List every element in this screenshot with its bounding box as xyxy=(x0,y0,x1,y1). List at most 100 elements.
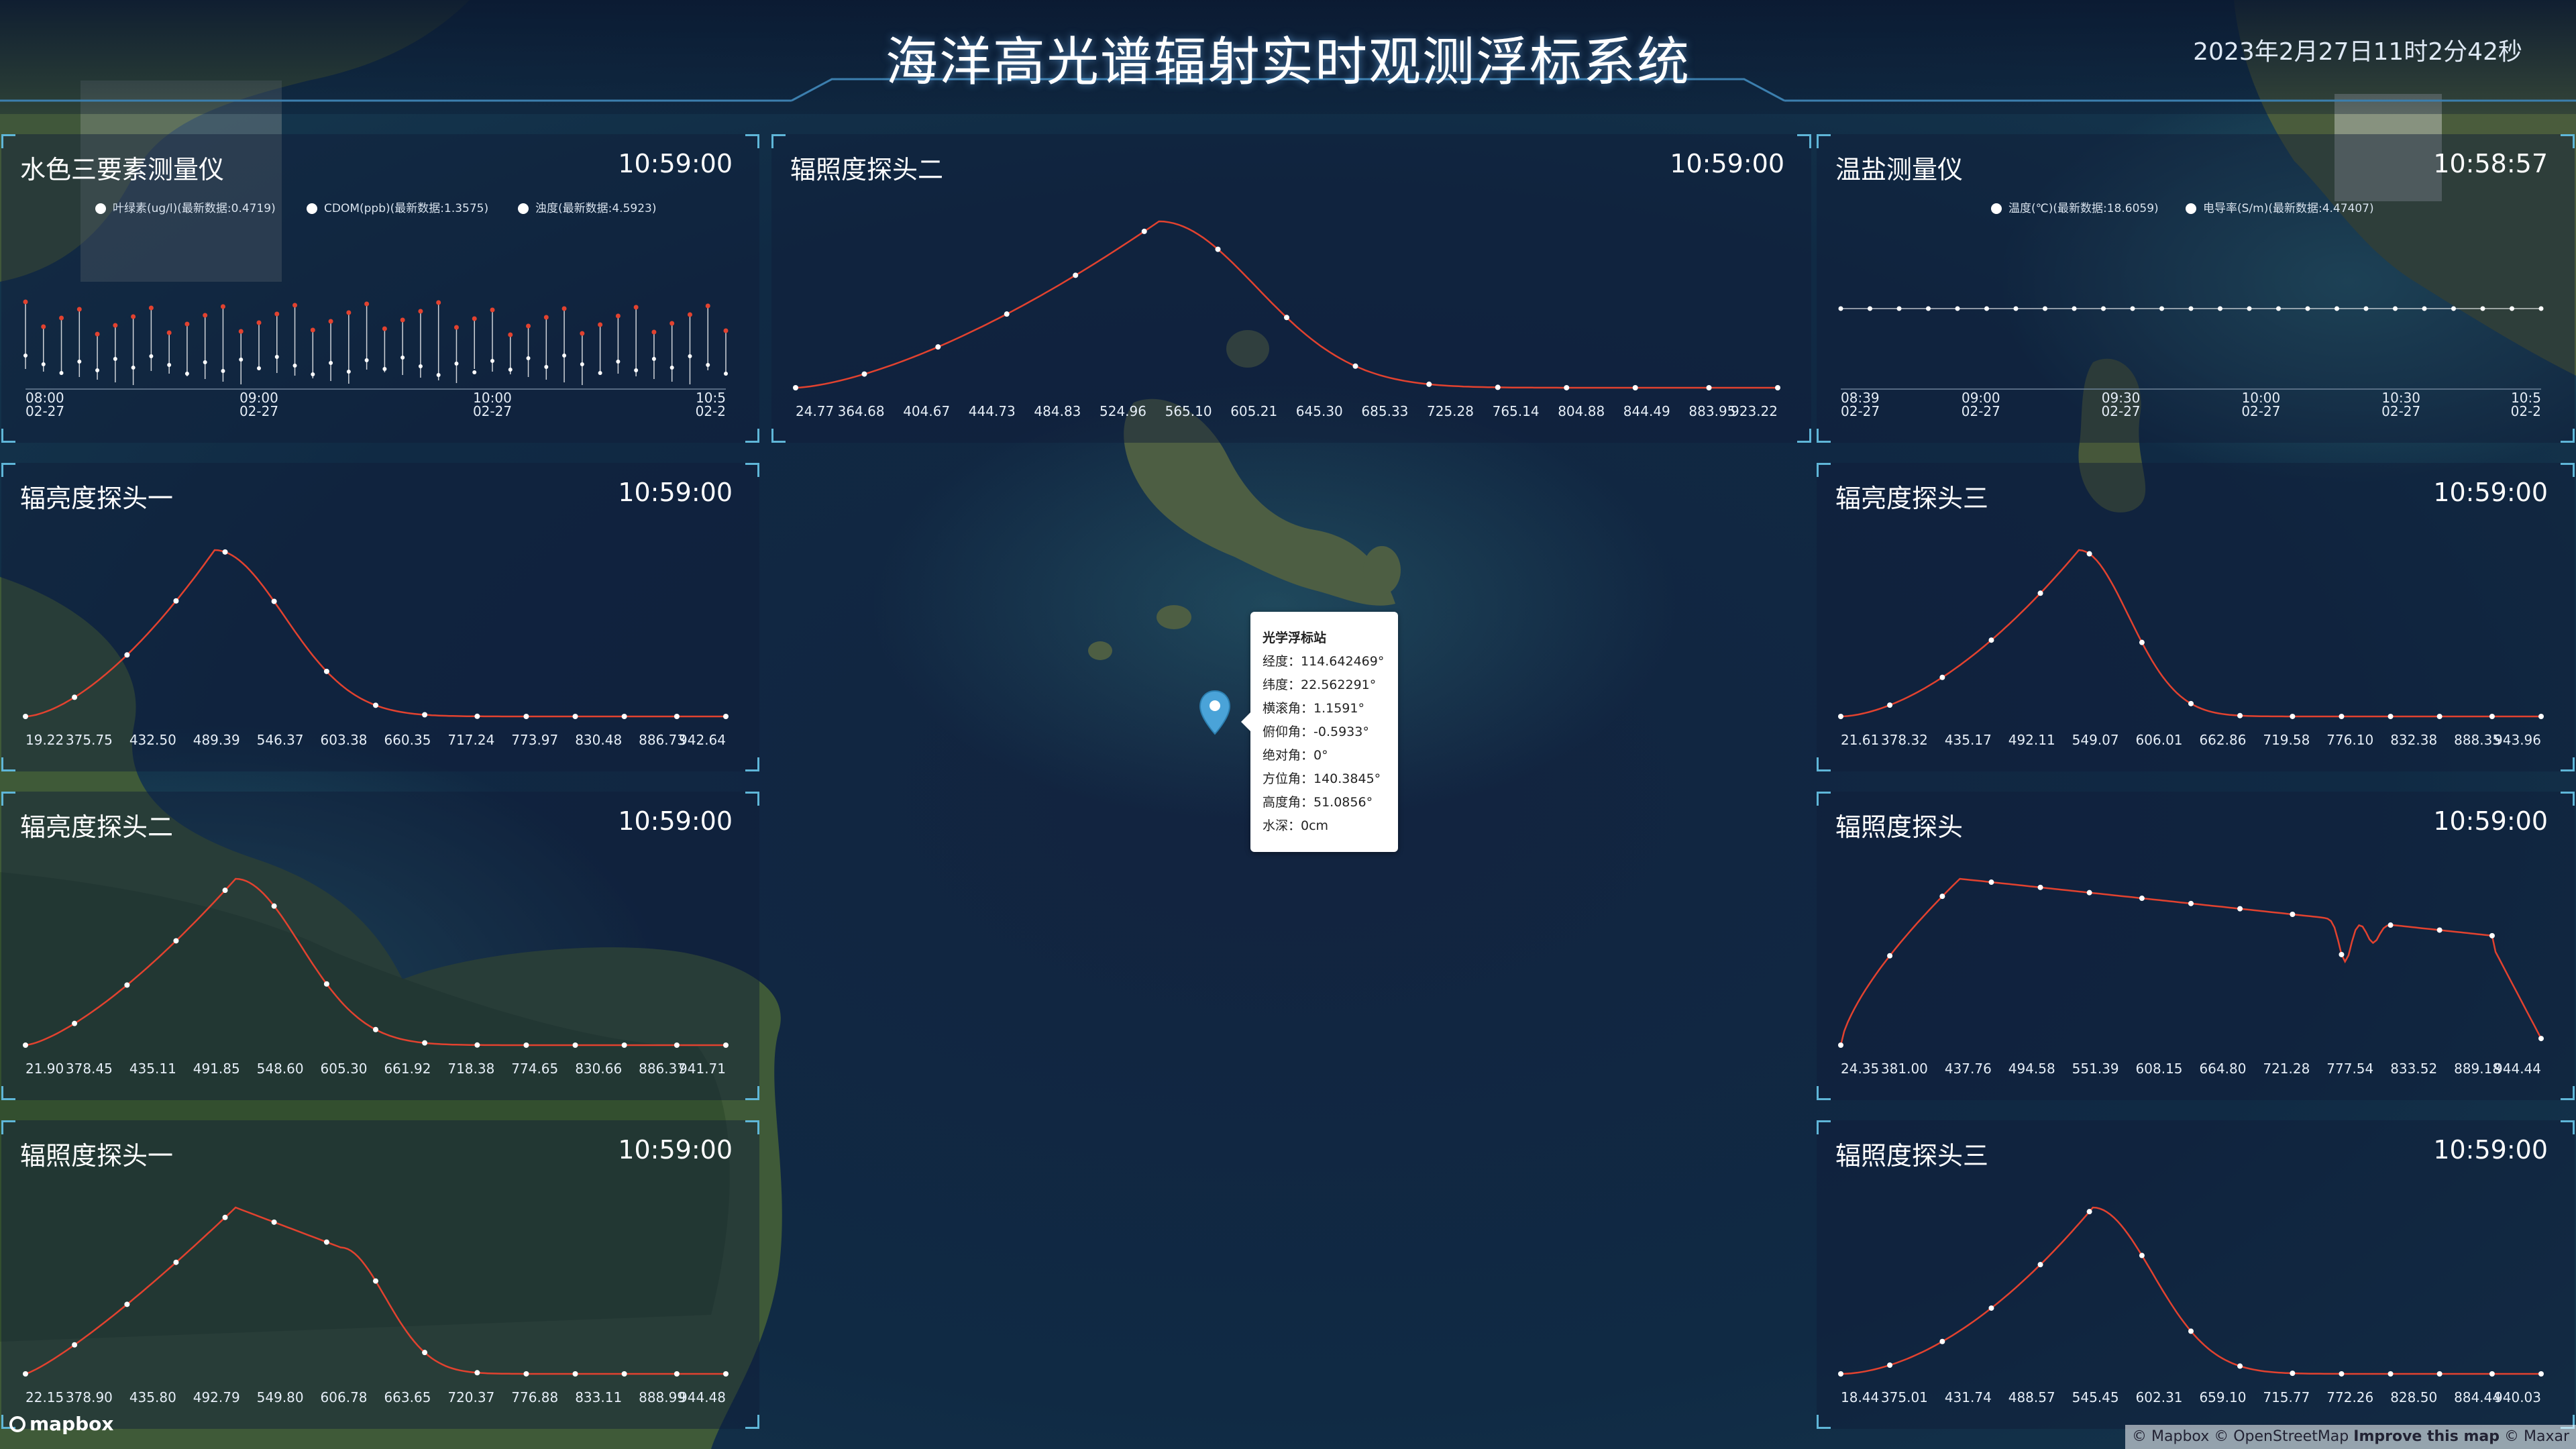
series-point[interactable] xyxy=(131,366,136,370)
series-point[interactable] xyxy=(562,354,567,358)
series-point[interactable] xyxy=(72,1020,78,1026)
series-point[interactable] xyxy=(687,312,692,317)
series-point[interactable] xyxy=(723,1042,729,1048)
chart-radiance-2[interactable]: 21.90 378.45 435.11 491.85 548.60 605.30 661.9… xyxy=(1,792,759,1100)
series-point[interactable] xyxy=(222,888,228,894)
series-point[interactable] xyxy=(311,372,315,376)
series-point[interactable] xyxy=(674,1042,680,1048)
series-point[interactable] xyxy=(41,324,46,329)
series-point[interactable] xyxy=(220,304,225,309)
series-point[interactable] xyxy=(2387,1371,2394,1377)
series-point[interactable] xyxy=(2305,306,2310,311)
series-point[interactable] xyxy=(598,322,603,327)
series-point[interactable] xyxy=(2188,900,2194,906)
series-point[interactable] xyxy=(2393,306,2398,311)
series-point[interactable] xyxy=(2290,713,2296,719)
series-point[interactable] xyxy=(2237,1363,2243,1369)
series-point[interactable] xyxy=(2436,1371,2443,1377)
series-point[interactable] xyxy=(124,652,130,658)
series-point[interactable] xyxy=(2290,912,2296,918)
series-point[interactable] xyxy=(95,331,100,337)
chart-radiance-3[interactable]: 21.61 378.32 435.17 492.11 549.07 606.01 662.8… xyxy=(1817,463,2575,771)
series-point[interactable] xyxy=(222,549,228,555)
series-point[interactable] xyxy=(1004,311,1010,317)
series-point[interactable] xyxy=(1215,246,1221,252)
series-point[interactable] xyxy=(382,367,387,371)
series-point[interactable] xyxy=(580,362,584,366)
series-point[interactable] xyxy=(373,1278,378,1284)
series-point[interactable] xyxy=(1868,306,1872,311)
series-point[interactable] xyxy=(271,598,277,604)
series-point[interactable] xyxy=(184,321,190,327)
series-point[interactable] xyxy=(1706,385,1712,390)
series-point[interactable] xyxy=(2188,700,2194,706)
series-point[interactable] xyxy=(523,713,529,719)
series-point[interactable] xyxy=(59,371,64,375)
station-popup[interactable]: 光学浮标站 经度：114.642469° 纬度：22.562291° 横滚角：1… xyxy=(1241,612,1398,852)
series-point[interactable] xyxy=(203,360,207,364)
series-point[interactable] xyxy=(2538,306,2544,311)
series-point[interactable] xyxy=(669,366,674,370)
series-point[interactable] xyxy=(239,358,244,362)
series-point[interactable] xyxy=(508,332,513,337)
series-point[interactable] xyxy=(1988,1305,1994,1311)
series-point[interactable] xyxy=(149,354,154,358)
series-point[interactable] xyxy=(1887,953,1893,959)
series-point[interactable] xyxy=(2334,306,2339,311)
series-point[interactable] xyxy=(598,371,602,375)
series-point[interactable] xyxy=(113,357,117,361)
series-point[interactable] xyxy=(2237,906,2243,912)
series-point[interactable] xyxy=(1352,363,1358,369)
series-point[interactable] xyxy=(2339,951,2345,957)
series-point[interactable] xyxy=(2247,306,2252,311)
series-point[interactable] xyxy=(2451,306,2456,311)
series-point[interactable] xyxy=(2037,884,2043,890)
series-point[interactable] xyxy=(346,310,352,315)
series-point[interactable] xyxy=(329,361,333,365)
series-point[interactable] xyxy=(616,360,621,364)
series-point[interactable] xyxy=(1955,306,1960,311)
series-point[interactable] xyxy=(935,344,941,350)
series-point[interactable] xyxy=(400,356,405,360)
series-point[interactable] xyxy=(2422,306,2427,311)
series-point[interactable] xyxy=(1926,306,1931,311)
series-point[interactable] xyxy=(2538,714,2544,719)
series-point[interactable] xyxy=(1896,306,1902,311)
mapbox-logo[interactable]: mapbox xyxy=(9,1413,113,1435)
series-point[interactable] xyxy=(257,366,261,370)
series-point[interactable] xyxy=(173,1259,179,1265)
series-point[interactable] xyxy=(418,364,423,368)
series-point[interactable] xyxy=(274,311,280,317)
series-point[interactable] xyxy=(23,714,28,719)
series-point[interactable] xyxy=(526,356,531,360)
series-point[interactable] xyxy=(706,363,710,367)
series-point[interactable] xyxy=(422,1350,428,1356)
series-point[interactable] xyxy=(418,309,423,314)
series-point[interactable] xyxy=(422,1040,428,1046)
series-point[interactable] xyxy=(1939,894,1945,900)
series-point[interactable] xyxy=(1284,315,1289,321)
series-point[interactable] xyxy=(2101,306,2106,311)
series-point[interactable] xyxy=(2072,306,2077,311)
series-point[interactable] xyxy=(131,314,136,319)
series-point[interactable] xyxy=(77,360,82,364)
series-point[interactable] xyxy=(72,694,78,700)
series-point[interactable] xyxy=(490,307,495,313)
series-point[interactable] xyxy=(634,368,639,372)
series-point[interactable] xyxy=(2159,306,2164,311)
series-point[interactable] xyxy=(490,359,494,363)
series-point[interactable] xyxy=(2188,306,2194,311)
series-point[interactable] xyxy=(2086,1209,2092,1215)
series-point[interactable] xyxy=(724,372,728,376)
series-point[interactable] xyxy=(2139,639,2145,645)
series-point[interactable] xyxy=(453,325,459,330)
series-point[interactable] xyxy=(76,307,82,312)
series-point[interactable] xyxy=(373,1026,378,1032)
series-point[interactable] xyxy=(2188,1328,2194,1334)
series-point[interactable] xyxy=(41,362,46,366)
chart-radiance-1[interactable]: 19.22 375.75 432.50 489.39 546.37 603.38 660.3… xyxy=(1,463,759,771)
improve-map-link[interactable]: Improve this map xyxy=(2353,1428,2500,1445)
series-point[interactable] xyxy=(2538,1371,2544,1377)
series-point[interactable] xyxy=(203,313,208,318)
series-point[interactable] xyxy=(1632,384,1638,390)
